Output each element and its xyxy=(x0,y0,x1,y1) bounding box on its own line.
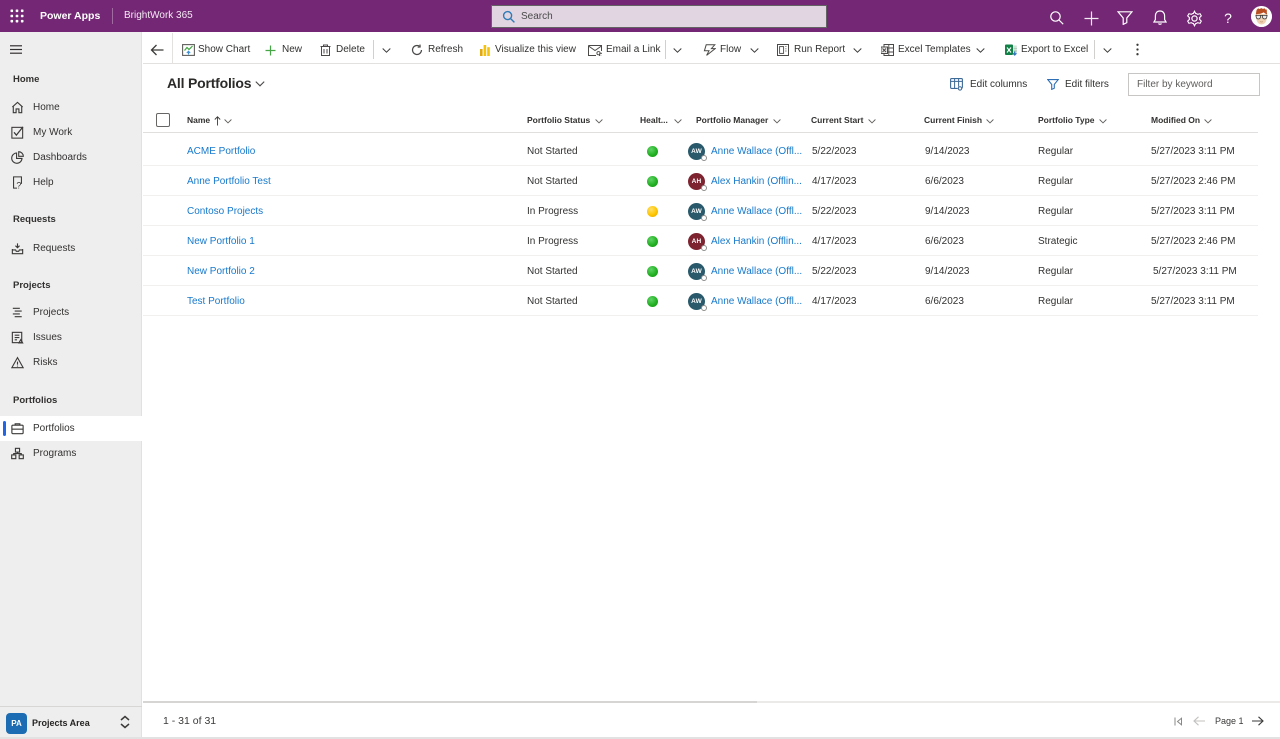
svg-text:?: ? xyxy=(16,180,21,190)
